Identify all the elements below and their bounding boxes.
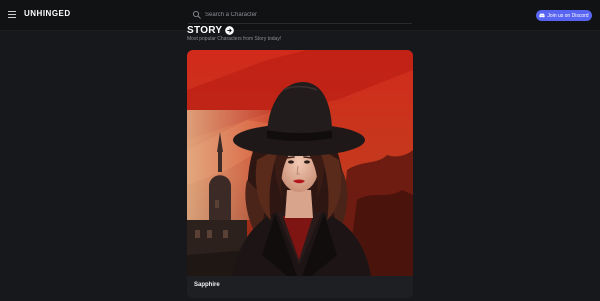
section-subtitle: Most popular Characters from Story today… xyxy=(187,36,282,42)
section-title: STORY xyxy=(187,25,223,36)
search-icon xyxy=(192,10,201,19)
character-card[interactable]: Sapphire xyxy=(187,50,413,298)
search-bar[interactable] xyxy=(188,7,412,22)
search-underline xyxy=(188,23,412,24)
hamburger-icon[interactable] xyxy=(8,11,16,19)
arrow-right-circle-icon[interactable] xyxy=(225,26,235,35)
join-discord-button[interactable]: Join us on Discord xyxy=(536,10,592,21)
discord-icon xyxy=(539,13,546,18)
section-heading[interactable]: STORY xyxy=(187,25,235,36)
app-logo[interactable]: UNHINGED xyxy=(24,9,71,18)
character-name: Sapphire xyxy=(194,282,220,288)
character-portrait xyxy=(187,50,413,276)
top-bar: UNHINGED Join us on Discord xyxy=(0,0,600,31)
join-discord-label: Join us on Discord xyxy=(547,12,589,19)
search-input[interactable] xyxy=(205,11,395,18)
